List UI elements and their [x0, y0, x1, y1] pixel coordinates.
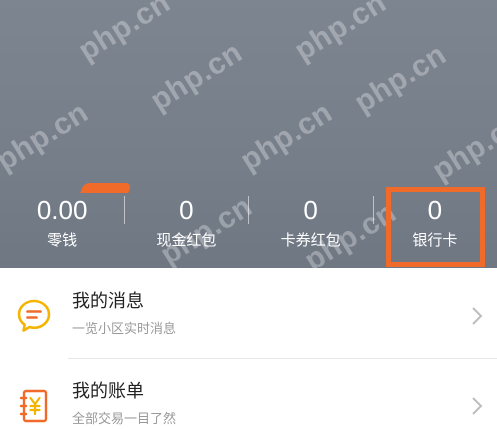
stat-change[interactable]: 0.00 零钱 [0, 186, 124, 268]
coupon-red-packet-label: 卡券红包 [280, 231, 341, 249]
coupon-red-packet-value: 0 [303, 195, 318, 225]
watermark: php.cn [288, 0, 393, 68]
chevron-right-icon [472, 397, 483, 415]
menu-list: 我的消息 一览小区实时消息 我的账单 全部交易一目了然 [0, 268, 497, 429]
stat-cash-red-packet[interactable]: 0 现金红包 [124, 186, 248, 268]
watermark: php.cn [426, 105, 497, 188]
stat-divider [248, 196, 249, 224]
my-messages-title: 我的消息 [72, 291, 144, 312]
watermark: php.cn [348, 37, 453, 120]
chevron-right-icon [472, 307, 483, 325]
cash-red-packet-label: 现金红包 [156, 231, 217, 249]
watermark: php.cn [234, 95, 339, 178]
my-bills-title: 我的账单 [72, 381, 144, 402]
list-item-my-messages[interactable]: 我的消息 一览小区实时消息 [0, 268, 497, 358]
stat-coupon-red-packet[interactable]: 0 卡券红包 [249, 186, 373, 268]
message-icon [14, 296, 54, 336]
cash-red-packet-value: 0 [179, 195, 194, 225]
stat-divider [373, 196, 374, 224]
watermark: php.cn [72, 0, 177, 68]
change-label: 零钱 [47, 231, 78, 249]
bank-card-highlight [386, 187, 485, 267]
list-item-my-bills[interactable]: 我的账单 全部交易一目了然 [0, 358, 497, 429]
bill-icon [14, 386, 54, 426]
stat-divider [124, 196, 125, 224]
watermark: php.cn [144, 35, 249, 118]
watermark: php.cn [0, 95, 95, 178]
my-messages-subtitle: 一览小区实时消息 [72, 322, 177, 337]
my-bills-subtitle: 全部交易一目了然 [72, 412, 177, 427]
change-value: 0.00 [36, 195, 88, 225]
